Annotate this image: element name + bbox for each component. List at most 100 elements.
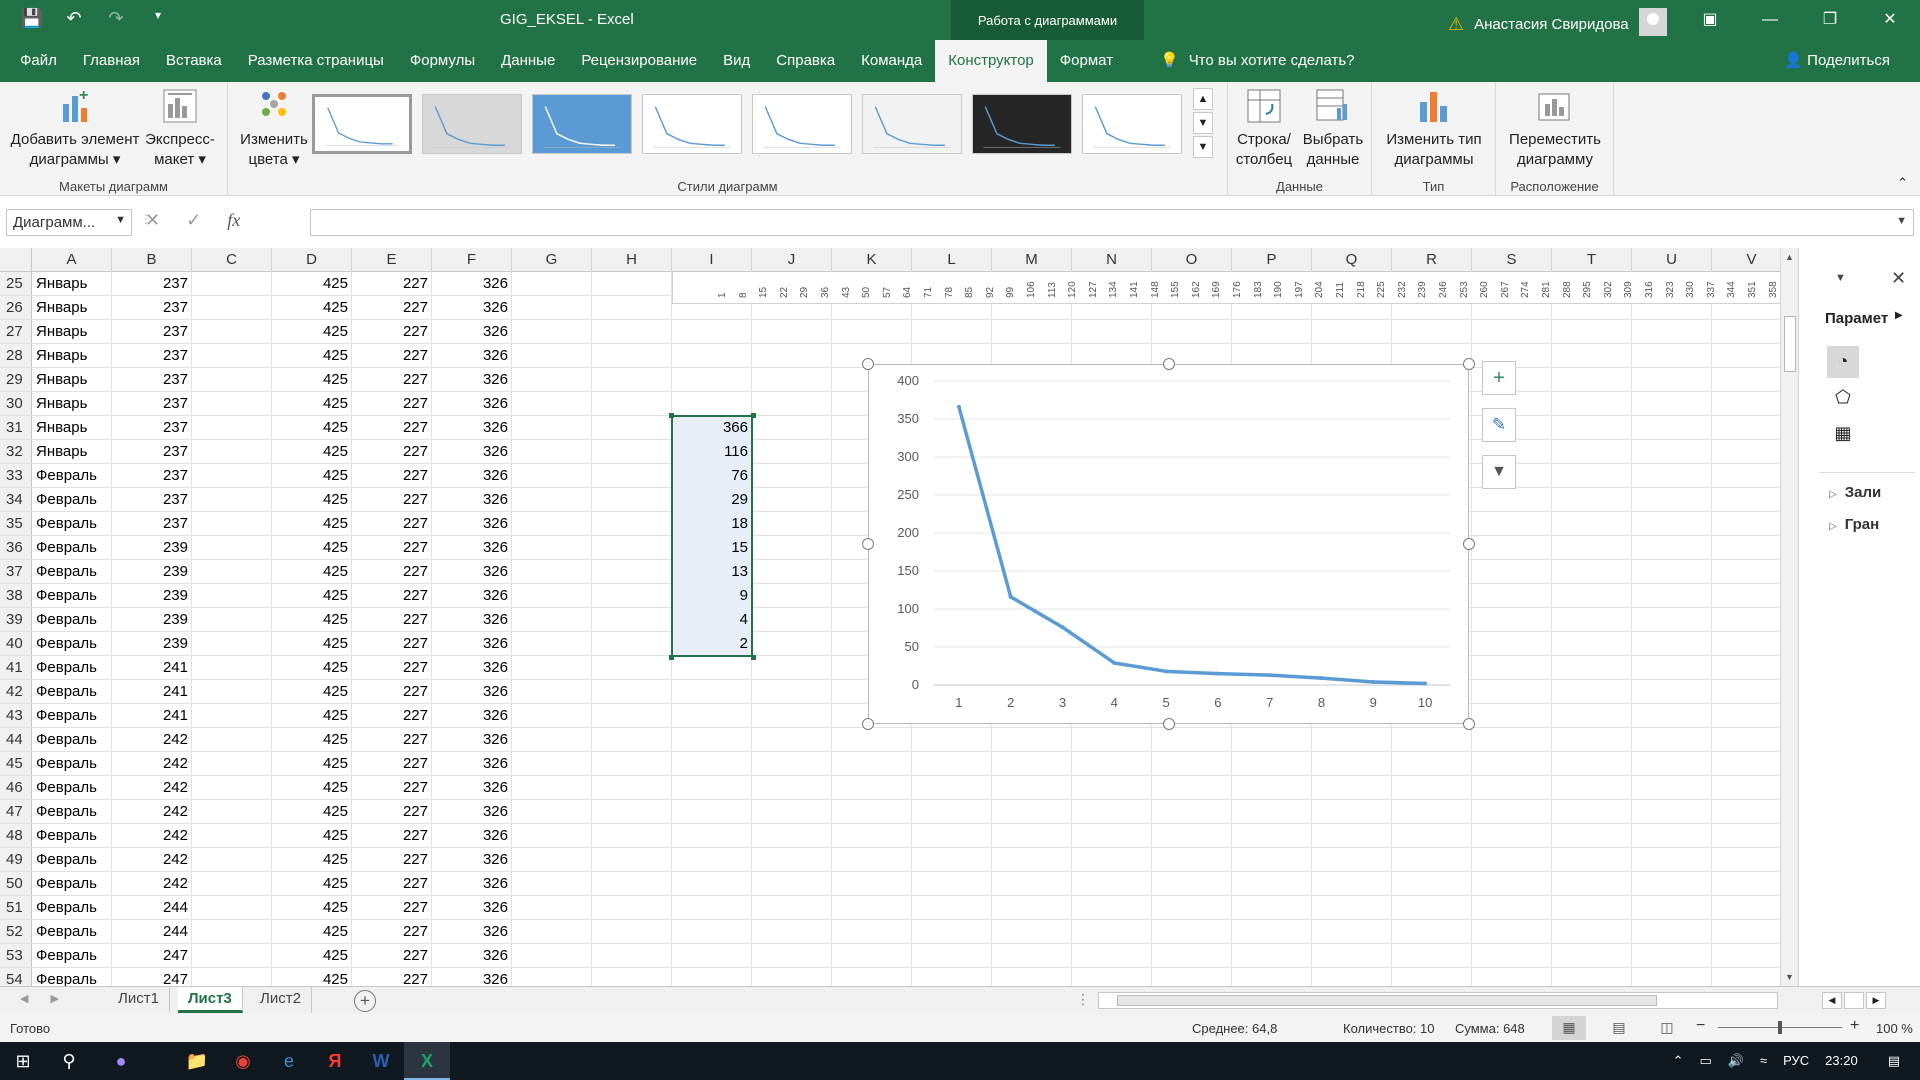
- cell-b[interactable]: 239: [112, 560, 192, 584]
- scroll-up-icon[interactable]: ▲: [1781, 252, 1798, 262]
- column-header-m[interactable]: M: [992, 248, 1072, 272]
- column-header-j[interactable]: J: [752, 248, 832, 272]
- cell-b[interactable]: 241: [112, 656, 192, 680]
- cell-f[interactable]: 326: [432, 488, 512, 512]
- row-header[interactable]: 51: [0, 896, 32, 920]
- row-header[interactable]: 35: [0, 512, 32, 536]
- cell-a[interactable]: Февраль: [32, 896, 112, 920]
- data-point[interactable]: [1008, 594, 1013, 599]
- gallery-down-icon[interactable]: ▼: [1193, 112, 1213, 134]
- cell-e[interactable]: 227: [352, 464, 432, 488]
- cell-a[interactable]: Февраль: [32, 728, 112, 752]
- row-header[interactable]: 34: [0, 488, 32, 512]
- volume-icon[interactable]: 🔊: [1728, 1042, 1744, 1080]
- notifications-icon[interactable]: ▤: [1888, 1042, 1900, 1080]
- data-point[interactable]: [1112, 660, 1117, 665]
- cell-f[interactable]: 326: [432, 968, 512, 986]
- chart-style-3[interactable]: [532, 94, 632, 154]
- cell-a[interactable]: Январь: [32, 392, 112, 416]
- chrome-icon[interactable]: ◉: [220, 1042, 266, 1080]
- row-header[interactable]: 48: [0, 824, 32, 848]
- file-explorer-icon[interactable]: 📁: [174, 1042, 220, 1080]
- data-point[interactable]: [1319, 676, 1324, 681]
- cell-a[interactable]: Январь: [32, 320, 112, 344]
- row-header[interactable]: 25: [0, 272, 32, 296]
- cell-d[interactable]: 425: [272, 440, 352, 464]
- cell-f[interactable]: 326: [432, 872, 512, 896]
- column-header-e[interactable]: E: [352, 248, 432, 272]
- cell-i[interactable]: 13: [672, 560, 752, 584]
- zoom-level[interactable]: 100 %: [1876, 1021, 1913, 1036]
- cell-a[interactable]: Февраль: [32, 944, 112, 968]
- language-indicator[interactable]: РУС: [1783, 1042, 1809, 1080]
- cell-i[interactable]: 366: [672, 416, 752, 440]
- horizontal-scrollbar[interactable]: [1098, 992, 1778, 1009]
- cell-f[interactable]: 326: [432, 848, 512, 872]
- cell-b[interactable]: 242: [112, 752, 192, 776]
- cell-a[interactable]: Январь: [32, 368, 112, 392]
- select-all-corner[interactable]: [0, 248, 32, 272]
- cell-e[interactable]: 227: [352, 800, 432, 824]
- row-header[interactable]: 33: [0, 464, 32, 488]
- tab-4[interactable]: Формулы: [397, 40, 488, 82]
- cell-d[interactable]: 425: [272, 608, 352, 632]
- tab-11[interactable]: Формат: [1047, 40, 1126, 82]
- cell-a[interactable]: Январь: [32, 296, 112, 320]
- select-data-button[interactable]: Выбрать данные: [1298, 86, 1368, 170]
- column-header-n[interactable]: N: [1072, 248, 1152, 272]
- cell-i[interactable]: 4: [672, 608, 752, 632]
- cell-b[interactable]: 237: [112, 488, 192, 512]
- search-icon[interactable]: ⚲: [46, 1042, 92, 1080]
- ribbon-display-icon[interactable]: ▣: [1680, 0, 1740, 40]
- row-header[interactable]: 43: [0, 704, 32, 728]
- row-header[interactable]: 40: [0, 632, 32, 656]
- cell-b[interactable]: 247: [112, 968, 192, 986]
- column-header-s[interactable]: S: [1472, 248, 1552, 272]
- cell-d[interactable]: 425: [272, 560, 352, 584]
- redo-icon[interactable]: ↷: [104, 8, 128, 29]
- cell-e[interactable]: 227: [352, 944, 432, 968]
- cell-f[interactable]: 326: [432, 584, 512, 608]
- column-header-v[interactable]: V: [1712, 248, 1780, 272]
- cell-e[interactable]: 227: [352, 848, 432, 872]
- cell-e[interactable]: 227: [352, 512, 432, 536]
- cell-b[interactable]: 247: [112, 944, 192, 968]
- collapse-ribbon-icon[interactable]: ⌃: [1897, 175, 1908, 191]
- data-point[interactable]: [956, 404, 961, 409]
- tab-1[interactable]: Главная: [70, 40, 153, 82]
- formula-input[interactable]: ▼: [310, 209, 1914, 236]
- cell-f[interactable]: 326: [432, 296, 512, 320]
- cell-d[interactable]: 425: [272, 464, 352, 488]
- undo-icon[interactable]: ↶: [62, 8, 86, 29]
- cell-a[interactable]: Январь: [32, 344, 112, 368]
- cell-b[interactable]: 237: [112, 440, 192, 464]
- cell-i[interactable]: 29: [672, 488, 752, 512]
- pane-close-icon[interactable]: ✕: [1891, 268, 1906, 289]
- cell-b[interactable]: 237: [112, 344, 192, 368]
- row-header[interactable]: 42: [0, 680, 32, 704]
- row-header[interactable]: 41: [0, 656, 32, 680]
- cell-e[interactable]: 227: [352, 728, 432, 752]
- chart-resize-handle[interactable]: [1463, 358, 1475, 370]
- cell-e[interactable]: 227: [352, 416, 432, 440]
- word-icon[interactable]: W: [358, 1042, 404, 1080]
- row-header[interactable]: 47: [0, 800, 32, 824]
- cell-i[interactable]: 18: [672, 512, 752, 536]
- tab-0[interactable]: Файл: [0, 40, 70, 82]
- minimize-icon[interactable]: —: [1740, 0, 1800, 40]
- cell-b[interactable]: 244: [112, 920, 192, 944]
- page-layout-icon[interactable]: ▤: [1602, 1016, 1636, 1040]
- cell-a[interactable]: Февраль: [32, 560, 112, 584]
- tab-8[interactable]: Справка: [763, 40, 848, 82]
- column-header-u[interactable]: U: [1632, 248, 1712, 272]
- cell-d[interactable]: 425: [272, 488, 352, 512]
- tab-10[interactable]: Конструктор: [935, 40, 1047, 82]
- cell-d[interactable]: 425: [272, 800, 352, 824]
- cell-b[interactable]: 237: [112, 392, 192, 416]
- enter-icon[interactable]: ✓: [186, 210, 201, 231]
- expand-formula-icon[interactable]: ▼: [1896, 215, 1907, 227]
- cell-e[interactable]: 227: [352, 704, 432, 728]
- row-header[interactable]: 52: [0, 920, 32, 944]
- data-point[interactable]: [1060, 625, 1065, 630]
- vertical-scrollbar[interactable]: ▲ ▼: [1780, 248, 1798, 986]
